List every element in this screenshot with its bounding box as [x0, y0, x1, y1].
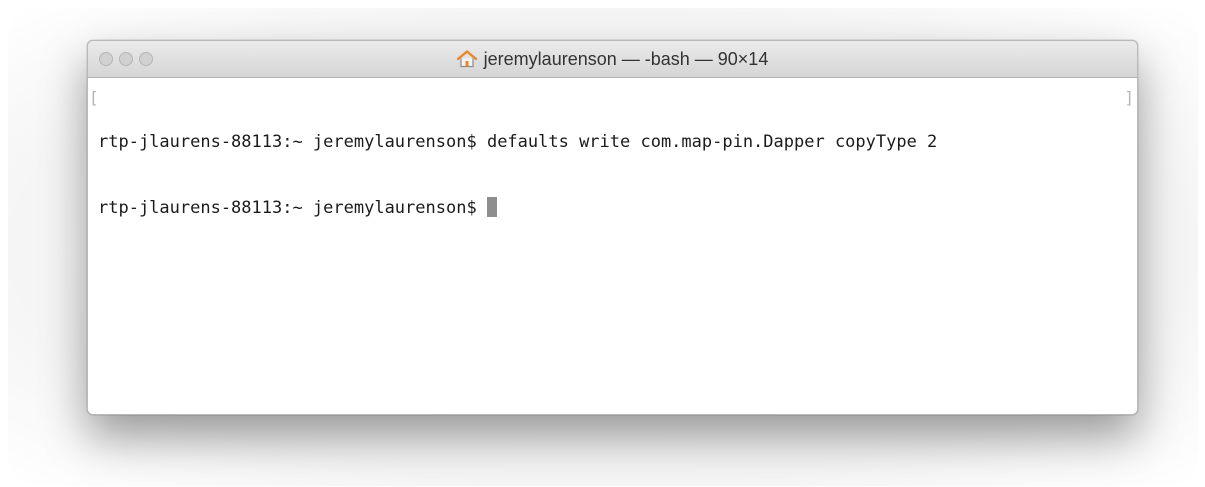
- shell-command: defaults write com.map-pin.Dapper copyTy…: [486, 132, 938, 152]
- line-bracket-right: ]: [1124, 88, 1134, 107]
- text-cursor: [486, 197, 497, 217]
- terminal-line: rtp-jlaurens-88113:~ jeremylaurenson$: [98, 197, 937, 219]
- title-bar[interactable]: jeremylaurenson — -bash — 90×14: [88, 41, 1137, 78]
- window-title-text: jeremylaurenson — -bash — 90×14: [483, 48, 769, 69]
- window-title: jeremylaurenson — -bash — 90×14: [88, 41, 1137, 77]
- shell-prompt: rtp-jlaurens-88113:~ jeremylaurenson$: [98, 198, 477, 218]
- terminal-window[interactable]: jeremylaurenson — -bash — 90×14 [ ] rtp-…: [87, 40, 1138, 415]
- home-icon: [456, 50, 477, 68]
- terminal-line: rtp-jlaurens-88113:~ jeremylaurenson$ de…: [98, 131, 937, 153]
- terminal-content[interactable]: [ ] rtp-jlaurens-88113:~ jeremylaurenson…: [88, 78, 1137, 414]
- shell-prompt: rtp-jlaurens-88113:~ jeremylaurenson$: [98, 132, 477, 152]
